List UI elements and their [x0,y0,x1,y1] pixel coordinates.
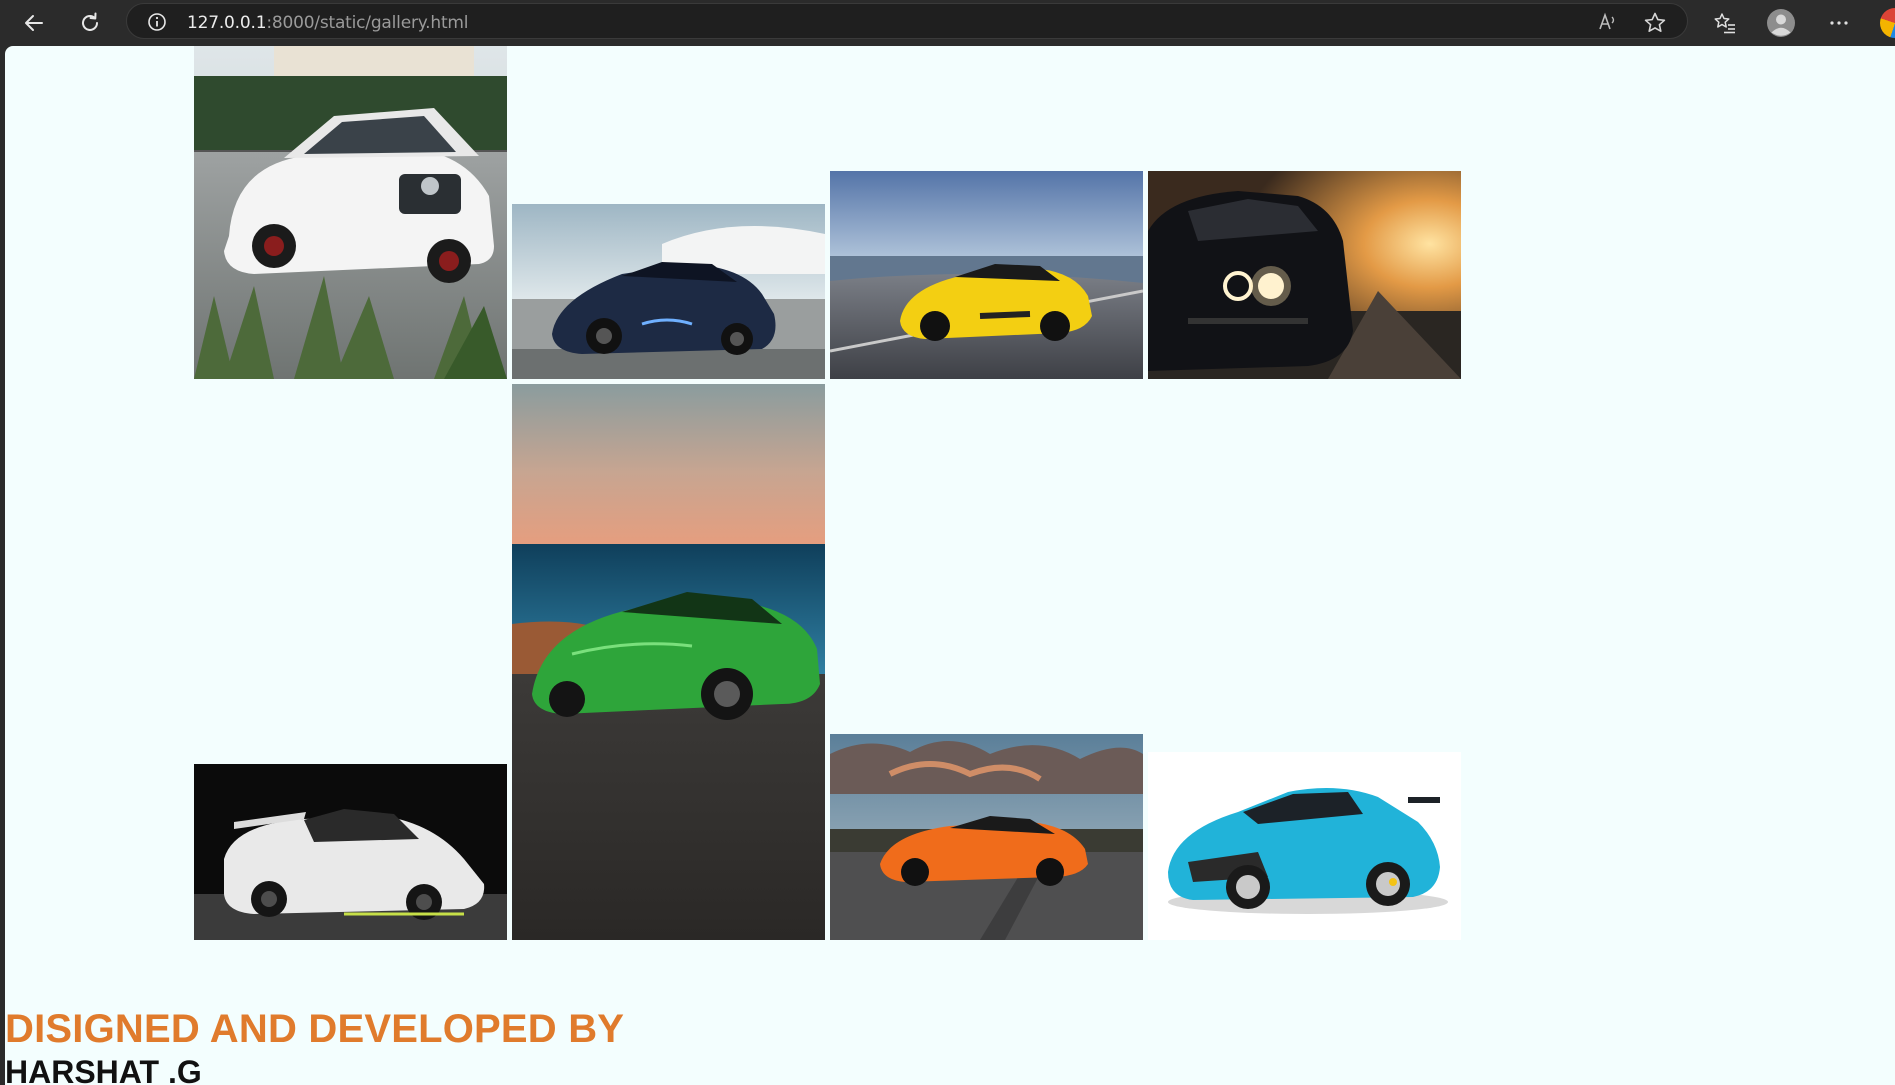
blue-porsche-gt2-photo[interactable] [1148,752,1461,940]
green-lamborghini-photo[interactable] [512,384,825,940]
favorites-list-icon[interactable] [1708,6,1742,40]
author-name: HARSHAT .G [5,1054,202,1085]
page-viewport: DISIGNED AND DEVELOPED BY HARSHAT .G [5,46,1895,1085]
site-info-icon[interactable] [147,12,167,32]
address-bar[interactable]: 127.0.0.1:8000/static/gallery.html [126,3,1688,39]
yellow-corvette-photo[interactable] [830,171,1143,379]
orange-corvette-photo[interactable] [830,734,1143,940]
browser-toolbar: 127.0.0.1:8000/static/gallery.html [0,0,1895,46]
favorite-star-icon[interactable] [1643,11,1667,35]
white-koenigsegg-photo[interactable] [194,764,507,940]
dark-muscle-car-sunset-photo[interactable] [1148,171,1461,379]
refresh-icon[interactable] [74,7,106,39]
more-menu-icon[interactable] [1822,6,1856,40]
url-text[interactable]: 127.0.0.1:8000/static/gallery.html [187,13,469,33]
credit-heading: DISIGNED AND DEVELOPED BY [5,1007,625,1051]
back-arrow-icon[interactable] [18,7,50,39]
read-aloud-icon[interactable] [1597,11,1619,33]
profile-icon[interactable] [1764,6,1798,40]
edge-logo-icon[interactable] [1880,8,1895,38]
white-mercedes-suv-photo[interactable] [194,46,507,379]
dark-blue-lamborghini-photo[interactable] [512,204,825,379]
